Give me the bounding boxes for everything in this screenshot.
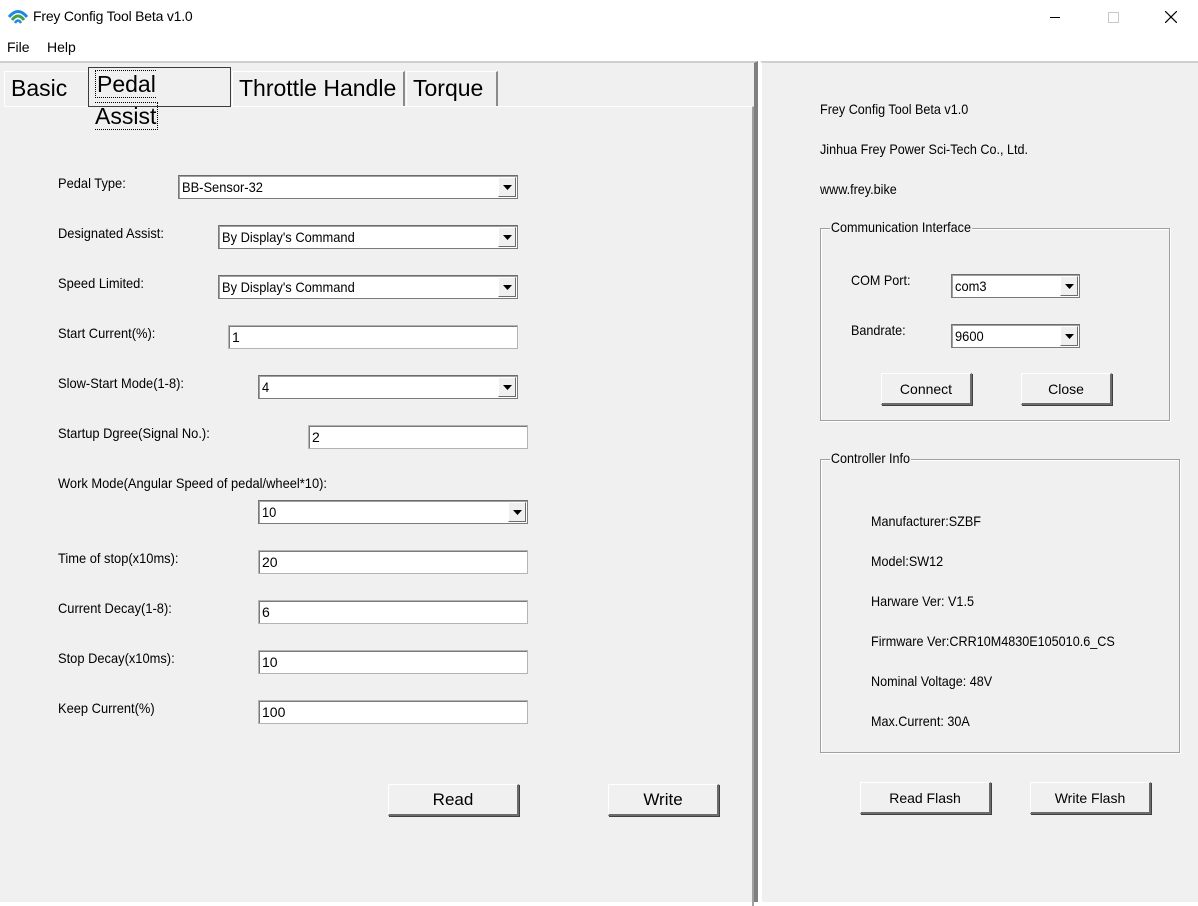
chevron-down-icon bbox=[502, 384, 512, 390]
controller-info-group: Controller Info Manufacturer:SZBF Model:… bbox=[820, 450, 1180, 753]
com-port-select[interactable]: com3 bbox=[951, 274, 1080, 298]
speed-limited-value: By Display's Command bbox=[222, 279, 355, 295]
app-name-text: Frey Config Tool Beta v1.0 bbox=[820, 101, 969, 117]
work-mode-label: Work Mode(Angular Speed of pedal/wheel*1… bbox=[58, 475, 327, 491]
chevron-down-icon bbox=[1064, 333, 1074, 339]
write-button[interactable]: Write bbox=[608, 784, 719, 816]
dropdown-arrow-button[interactable] bbox=[498, 177, 516, 197]
stop-decay-label: Stop Decay(x10ms): bbox=[58, 650, 175, 666]
work-mode-select[interactable]: 10 bbox=[258, 500, 528, 524]
tab-panel: Basic Pedal Assist Throttle Handle Torqu… bbox=[0, 61, 758, 906]
keep-current-value: 100 bbox=[262, 704, 286, 720]
tab-torque-label: Torque bbox=[413, 75, 484, 101]
menu-bar: File Help bbox=[0, 36, 1198, 60]
slow-start-mode-select[interactable]: 4 bbox=[258, 375, 518, 399]
frey-logo-icon bbox=[7, 8, 29, 24]
minimize-icon bbox=[1050, 17, 1060, 18]
current-decay-value: 6 bbox=[262, 604, 270, 620]
website-text: www.frey.bike bbox=[820, 181, 897, 197]
connect-button[interactable]: Connect bbox=[881, 373, 972, 405]
menu-help[interactable]: Help bbox=[47, 39, 76, 55]
dropdown-arrow-button[interactable] bbox=[1060, 276, 1078, 296]
work-mode-value: 10 bbox=[262, 504, 277, 520]
speed-limited-select[interactable]: By Display's Command bbox=[218, 275, 518, 299]
company-text: Jinhua Frey Power Sci-Tech Co., Ltd. bbox=[820, 141, 1028, 157]
tab-throttle-handle-label: Throttle Handle bbox=[239, 75, 397, 101]
window-title: Frey Config Tool Beta v1.0 bbox=[33, 8, 193, 24]
speed-limited-label: Speed Limited: bbox=[58, 275, 144, 291]
chevron-down-icon bbox=[512, 509, 522, 515]
read-flash-button[interactable]: Read Flash bbox=[860, 782, 991, 814]
info-panel: Frey Config Tool Beta v1.0 Jinhua Frey P… bbox=[760, 61, 1198, 902]
designated-assist-value: By Display's Command bbox=[222, 229, 355, 245]
dropdown-arrow-button[interactable] bbox=[498, 377, 516, 397]
startup-degree-input[interactable]: 2 bbox=[308, 425, 528, 449]
pedal-type-label: Pedal Type: bbox=[58, 175, 126, 191]
dropdown-arrow-button[interactable] bbox=[498, 227, 516, 247]
designated-assist-select[interactable]: By Display's Command bbox=[218, 225, 518, 249]
minimize-button[interactable] bbox=[1026, 0, 1084, 34]
tab-basic-label: Basic bbox=[11, 75, 68, 101]
tab-throttle-handle[interactable]: Throttle Handle bbox=[232, 71, 405, 107]
bandrate-value: 9600 bbox=[955, 328, 984, 344]
read-button[interactable]: Read bbox=[388, 784, 519, 816]
tab-basic[interactable]: Basic bbox=[4, 71, 90, 107]
stop-decay-value: 10 bbox=[262, 654, 278, 670]
time-of-stop-label: Time of stop(x10ms): bbox=[58, 550, 179, 566]
maximize-icon bbox=[1107, 11, 1119, 23]
menu-file[interactable]: File bbox=[7, 39, 30, 55]
tab-torque[interactable]: Torque bbox=[406, 71, 498, 107]
dropdown-arrow-button[interactable] bbox=[498, 277, 516, 297]
close-connection-button[interactable]: Close bbox=[1021, 373, 1112, 405]
bandrate-label: Bandrate: bbox=[851, 322, 906, 338]
current-decay-label: Current Decay(1-8): bbox=[58, 600, 172, 616]
time-of-stop-input[interactable]: 20 bbox=[258, 550, 528, 574]
designated-assist-label: Designated Assist: bbox=[58, 225, 164, 241]
pedal-type-value: BB-Sensor-32 bbox=[182, 179, 263, 195]
slow-start-mode-label: Slow-Start Mode(1-8): bbox=[58, 375, 184, 391]
time-of-stop-value: 20 bbox=[262, 554, 278, 570]
start-current-input[interactable]: 1 bbox=[228, 325, 518, 349]
controller-info-legend: Controller Info bbox=[830, 450, 911, 466]
com-port-value: com3 bbox=[955, 278, 987, 294]
bandrate-select[interactable]: 9600 bbox=[951, 324, 1080, 348]
startup-degree-value: 2 bbox=[312, 429, 320, 445]
tab-pedal-assist[interactable]: Pedal Assist bbox=[88, 67, 231, 130]
current-decay-input[interactable]: 6 bbox=[258, 600, 528, 624]
model-text: Model:SW12 bbox=[871, 553, 944, 569]
slow-start-mode-value: 4 bbox=[262, 379, 270, 395]
firmware-version-text: Firmware Ver:CRR10M4830E105010.6_CS bbox=[871, 633, 1115, 649]
communication-interface-group: Communication Interface COM Port: com3 B… bbox=[820, 219, 1170, 421]
start-current-label: Start Current(%): bbox=[58, 325, 156, 341]
keep-current-input[interactable]: 100 bbox=[258, 700, 528, 724]
title-bar[interactable]: Frey Config Tool Beta v1.0 bbox=[0, 0, 1198, 34]
tab-pedal-assist-label: Pedal Assist bbox=[95, 70, 159, 130]
close-icon bbox=[1165, 11, 1177, 23]
chevron-down-icon bbox=[1064, 283, 1074, 289]
chevron-down-icon bbox=[502, 284, 512, 290]
com-port-label: COM Port: bbox=[851, 272, 911, 288]
close-window-button[interactable] bbox=[1142, 0, 1198, 34]
chevron-down-icon bbox=[502, 234, 512, 240]
chevron-down-icon bbox=[502, 184, 512, 190]
pedal-type-select[interactable]: BB-Sensor-32 bbox=[178, 175, 518, 199]
maximize-button[interactable] bbox=[1084, 0, 1142, 34]
stop-decay-input[interactable]: 10 bbox=[258, 650, 528, 674]
dropdown-arrow-button[interactable] bbox=[508, 502, 526, 522]
dropdown-arrow-button[interactable] bbox=[1060, 326, 1078, 346]
start-current-value: 1 bbox=[232, 329, 240, 345]
write-flash-button[interactable]: Write Flash bbox=[1030, 782, 1151, 814]
hardware-version-text: Harware Ver: V1.5 bbox=[871, 593, 974, 609]
max-current-text: Max.Current: 30A bbox=[871, 713, 970, 729]
communication-interface-legend: Communication Interface bbox=[830, 219, 972, 235]
nominal-voltage-text: Nominal Voltage: 48V bbox=[871, 673, 993, 689]
manufacturer-text: Manufacturer:SZBF bbox=[871, 513, 981, 529]
pedal-assist-page: Pedal Type: BB-Sensor-32 Designated Assi… bbox=[4, 106, 754, 906]
keep-current-label: Keep Current(%) bbox=[58, 700, 155, 716]
startup-degree-label: Startup Dgree(Signal No.): bbox=[58, 425, 210, 441]
